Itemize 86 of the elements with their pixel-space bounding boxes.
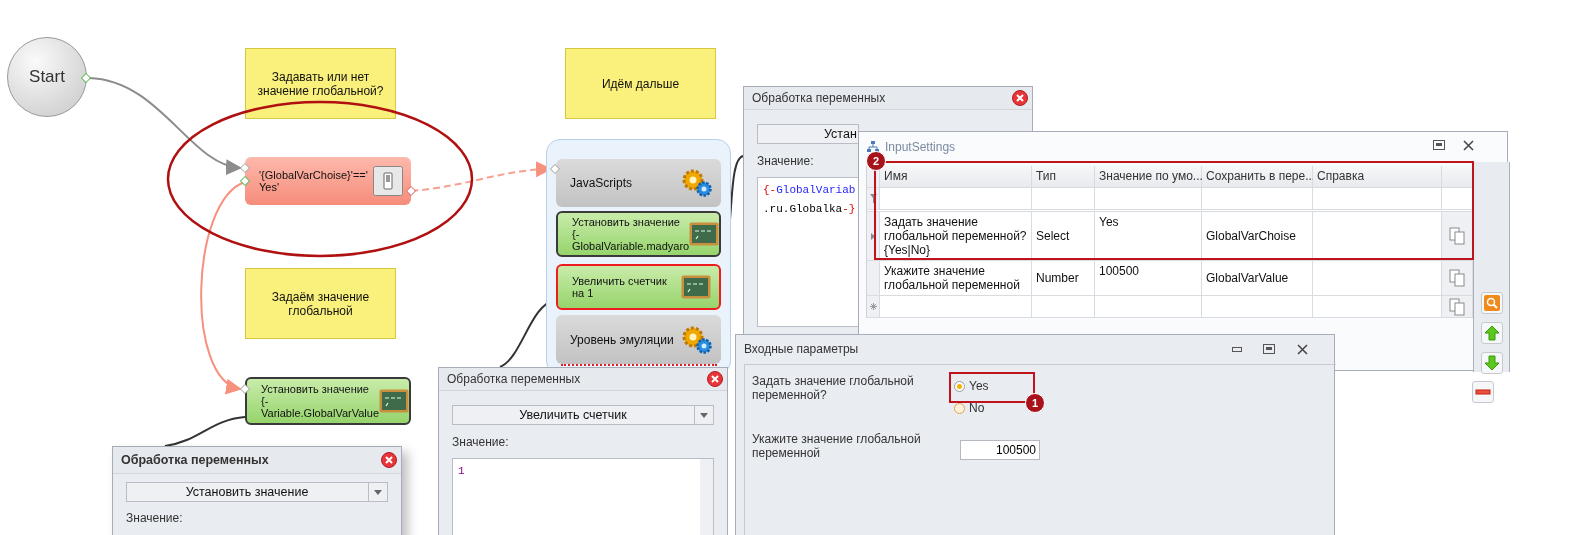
- gears-icon: [681, 168, 713, 198]
- node-label: Установить значение {- GlobalVariable.madyaro: [572, 216, 690, 252]
- chalkboard-icon: [689, 222, 720, 246]
- column-header[interactable]: Имя: [880, 166, 1032, 187]
- value-editor[interactable]: 1: [452, 458, 714, 535]
- remove-button[interactable]: [1472, 381, 1494, 403]
- close-icon[interactable]: [1012, 90, 1028, 106]
- asterisk-icon: [869, 303, 877, 310]
- table-cell: 100500: [1095, 261, 1202, 295]
- gears-icon: [681, 324, 713, 355]
- port-icon[interactable]: [81, 73, 91, 83]
- switch-icon: [373, 166, 403, 196]
- scrollbar[interactable]: [700, 459, 713, 535]
- table-cell: Select: [1032, 212, 1095, 260]
- sticky-note: Задаём значение глобальной: [245, 268, 396, 339]
- field-label: Укажите значение глобальной переменной: [752, 432, 922, 460]
- tree-icon: [867, 141, 879, 153]
- table-cell: Number: [1032, 261, 1095, 295]
- move-down-button[interactable]: [1481, 352, 1503, 374]
- caret-icon: [374, 489, 382, 495]
- field-label: Значение:: [126, 511, 183, 525]
- radio-option[interactable]: No: [954, 401, 985, 415]
- action-node[interactable]: JavaScripts: [556, 159, 721, 207]
- restore-icon[interactable]: [1433, 140, 1445, 150]
- current-row-icon: [871, 232, 875, 240]
- window-title: Обработка переменных: [447, 372, 581, 386]
- copy-icon: [1449, 297, 1465, 316]
- up-arrow-icon: [1484, 325, 1500, 341]
- action-node[interactable]: Увеличить счетчик на 1: [556, 264, 721, 310]
- sticky-note: Задавать или нет значение глобальной?: [245, 48, 396, 119]
- search-button[interactable]: [1481, 292, 1503, 314]
- action-dropdown[interactable]: Устан: [757, 124, 859, 144]
- node-label: Увеличить счетчик на 1: [572, 275, 667, 299]
- search-icon: [1484, 295, 1500, 311]
- chalkboard-icon: [681, 275, 711, 299]
- caret-icon: [700, 412, 708, 418]
- chalkboard-icon: [379, 389, 409, 413]
- close-icon[interactable]: [707, 371, 723, 387]
- start-node[interactable]: Start: [7, 37, 87, 117]
- close-icon[interactable]: [1463, 140, 1474, 151]
- field-label: Значение:: [452, 435, 509, 449]
- table-cell: GlobalVarChoise: [1202, 212, 1313, 260]
- field-label: Задать значение глобальной переменной?: [752, 374, 915, 402]
- filter-icon[interactable]: [869, 194, 877, 203]
- port-icon[interactable]: [406, 186, 416, 196]
- minimize-icon[interactable]: [1232, 347, 1242, 352]
- radio-option[interactable]: Yes: [954, 379, 989, 393]
- node-label: '{GlobalVarChoise}'==' Yes': [259, 169, 368, 193]
- node-label: Уровень эмуляции: [570, 333, 674, 346]
- node-label: JavaScripts: [570, 177, 633, 189]
- action-dropdown[interactable]: Установить значение: [126, 482, 388, 502]
- column-header[interactable]: Тип: [1032, 166, 1095, 187]
- move-up-button[interactable]: [1481, 322, 1503, 344]
- down-arrow-icon: [1484, 355, 1500, 371]
- window-title: InputSettings: [885, 140, 956, 154]
- window-title: Обработка переменных: [752, 91, 886, 105]
- table-cell: GlobalVarValue: [1202, 261, 1313, 295]
- action-node[interactable]: Установить значение {- GlobalVariable.madyaro: [556, 211, 721, 257]
- row-header[interactable]: [867, 296, 880, 317]
- column-header[interactable]: Значение по умо...: [1095, 166, 1202, 187]
- window-title: Входные параметры: [744, 342, 859, 356]
- close-icon[interactable]: [381, 452, 397, 468]
- column-header[interactable]: Справка: [1313, 166, 1442, 187]
- action-node[interactable]: '{GlobalVarChoise}'==' Yes': [245, 157, 411, 205]
- copy-icon: [1449, 269, 1465, 287]
- restore-icon[interactable]: [1263, 344, 1275, 354]
- action-dropdown[interactable]: Увеличить счетчик: [452, 405, 714, 425]
- code-line: .ru.Globalka-}: [763, 202, 856, 217]
- code-line: {-GlobalVariab: [763, 183, 856, 198]
- value-editor[interactable]: {-GlobalVariab .ru.Globalka-}: [757, 177, 859, 327]
- value-field[interactable]: 100500: [960, 440, 1040, 460]
- copy-button[interactable]: [1442, 212, 1473, 260]
- action-node[interactable]: Уровень эмуляции: [556, 315, 721, 364]
- window-title: Обработка переменных: [121, 453, 269, 467]
- sticky-note: Идём дальше: [565, 48, 716, 119]
- column-header[interactable]: Сохранить в пере...: [1202, 166, 1313, 187]
- node-label: Установить значение {- Variable.GlobalVarValue: [261, 383, 379, 419]
- field-label: Значение:: [757, 154, 814, 168]
- minus-icon: [1475, 389, 1491, 395]
- port-icon[interactable]: [240, 384, 250, 394]
- table-cell: Yes: [1095, 212, 1202, 260]
- code-line: 1: [458, 464, 465, 479]
- copy-icon: [1449, 227, 1465, 245]
- action-node[interactable]: Установить значение {- Variable.GlobalVarValue: [245, 377, 411, 425]
- close-icon[interactable]: [1297, 344, 1308, 355]
- table-cell: Укажите значение глобальной переменной: [880, 261, 1032, 295]
